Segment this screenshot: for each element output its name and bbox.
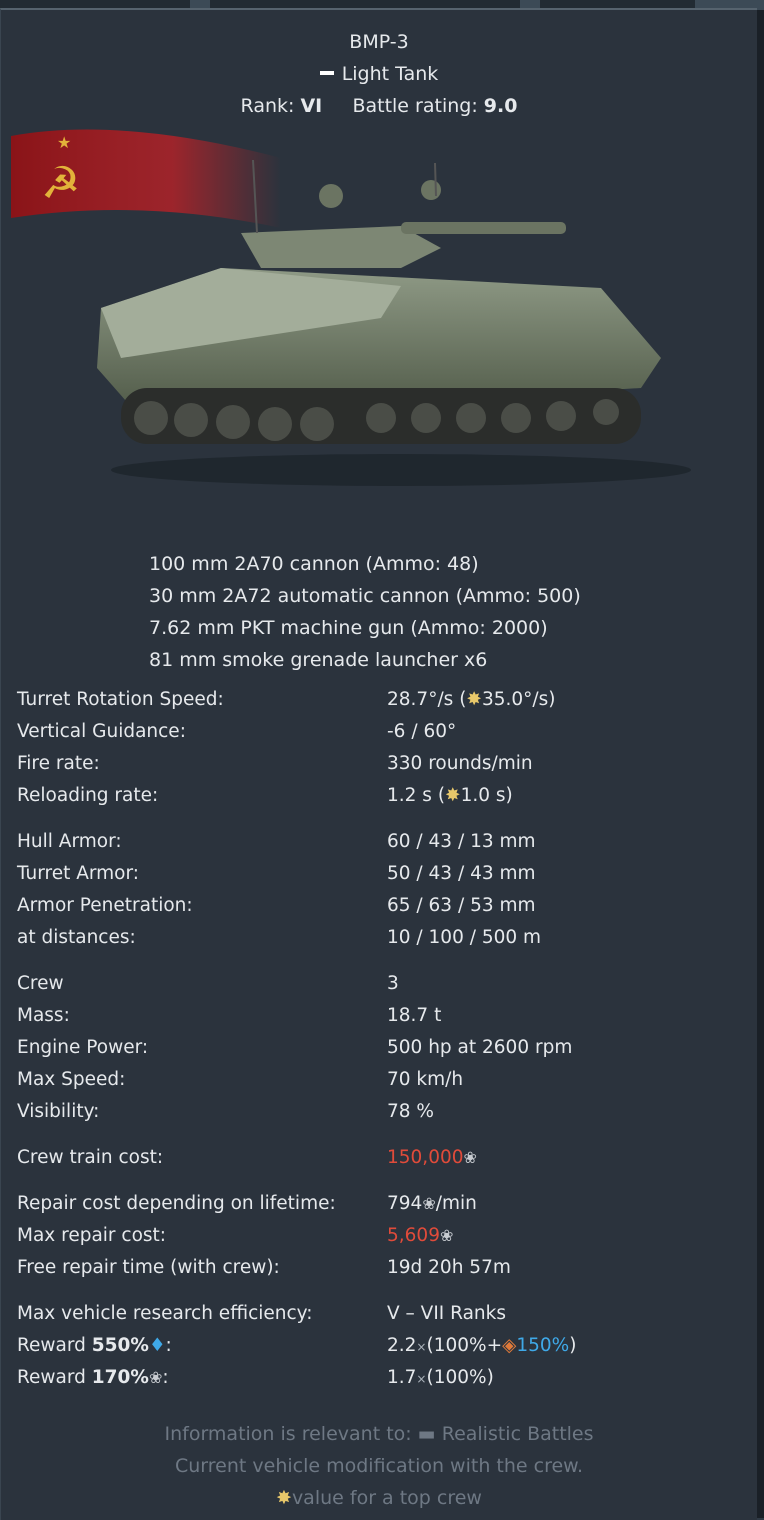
silver-lion-icon: ❀ [439,1226,454,1245]
vehicle-tooltip: BMP-3 Light Tank Rank: VI Battle rating:… [0,8,757,1520]
stat-row: Vertical Guidance: -6 / 60° [17,721,457,742]
weapon-item: 100 mm 2A70 cannon (Ammo: 48) [149,553,479,575]
vehicle-type: Light Tank [1,58,757,90]
stat-row: at distances: 10 / 100 / 500 m [17,927,542,948]
weapon-item: 7.62 mm PKT machine gun (Ammo: 2000) [149,617,548,639]
top-tab [540,0,695,8]
stat-row: Armor Penetration: 65 / 63 / 53 mm [17,895,536,916]
stat-row: Fire rate: 330 rounds/min [17,753,533,774]
armor-stats: Hull Armor: 60 / 43 / 13 mm Turret Armor… [17,826,747,954]
star-icon: ✸ [445,785,461,806]
star-icon: ✸ [466,689,482,710]
battle-mode-icon: ▬ [417,1423,436,1445]
silver-lion-icon: ❀ [463,1148,477,1167]
firepower-stats: Turret Rotation Speed: 28.7°/s (✸35.0°/s… [17,684,747,812]
research-stats: Max vehicle research efficiency: V – VII… [17,1298,747,1394]
svg-text:☭: ☭ [41,158,80,209]
stat-row: Crew train cost: 150,000❀ [17,1147,477,1168]
stat-row: Repair cost depending on lifetime: 794❀/… [17,1193,477,1214]
stat-row: Visibility: 78 % [17,1101,434,1122]
background-strip [756,10,764,1518]
vehicle-render: ☭ ★ [11,129,691,486]
weapons-list: 100 mm 2A70 cannon (Ammo: 48) 30 mm 2A72… [149,548,581,676]
weapon-item: 81 mm smoke grenade launcher x6 [149,649,488,671]
stat-row: Hull Armor: 60 / 43 / 13 mm [17,831,536,852]
stat-row: Free repair time (with crew): 19d 20h 57… [17,1257,511,1278]
battle-rating-value: 9.0 [483,95,518,117]
vehicle-name: BMP-3 [349,31,409,53]
light-tank-icon [319,70,334,75]
premium-diamond-icon: ◈ [502,1335,517,1356]
stat-row: Max repair cost: 5,609❀ [17,1225,454,1246]
svg-text:★: ★ [57,133,71,152]
stat-row: Reward 170%❀: 1.7×(100%) [17,1367,494,1388]
stat-row: Reward 550%♦: 2.2×(100%+◈150%) [17,1335,577,1356]
repair-stats: Repair cost depending on lifetime: 794❀/… [17,1188,747,1284]
rank-value: VI [300,95,323,117]
soviet-flag-icon: ☭ ★ [11,129,281,228]
star-icon: ✸ [276,1487,292,1509]
weapon-item: 30 mm 2A72 automatic cannon (Ammo: 500) [149,585,581,607]
vehicle-image: ☭ ★ [1,118,757,498]
silver-lion-icon: ❀ [422,1194,436,1213]
stat-row: Mass: 18.7 t [17,1005,442,1026]
vehicle-header: BMP-3 Light Tank Rank: VI Battle rating:… [1,26,757,122]
top-tab [0,0,190,8]
tooltip-footer: Information is relevant to: ▬ Realistic … [164,1423,594,1509]
stat-row: Engine Power: 500 hp at 2600 rpm [17,1037,573,1058]
crew-cost-stats: Crew train cost: 150,000❀ [17,1142,747,1174]
stat-row: Turret Rotation Speed: 28.7°/s (✸35.0°/s… [17,689,556,710]
top-tab [210,0,520,8]
stat-row: Max Speed: 70 km/h [17,1069,464,1090]
mobility-stats: Crew 3 Mass: 18.7 t Engine Power: 500 hp… [17,968,747,1128]
silver-lion-icon: ❀ [148,1368,163,1387]
research-point-icon: ♦ [148,1335,166,1356]
stat-row: Reloading rate: 1.2 s (✸1.0 s) [17,785,513,806]
stat-row: Max vehicle research efficiency: V – VII… [17,1303,506,1324]
stat-row: Crew 3 [17,973,399,994]
stat-row: Turret Armor: 50 / 43 / 43 mm [17,863,536,884]
